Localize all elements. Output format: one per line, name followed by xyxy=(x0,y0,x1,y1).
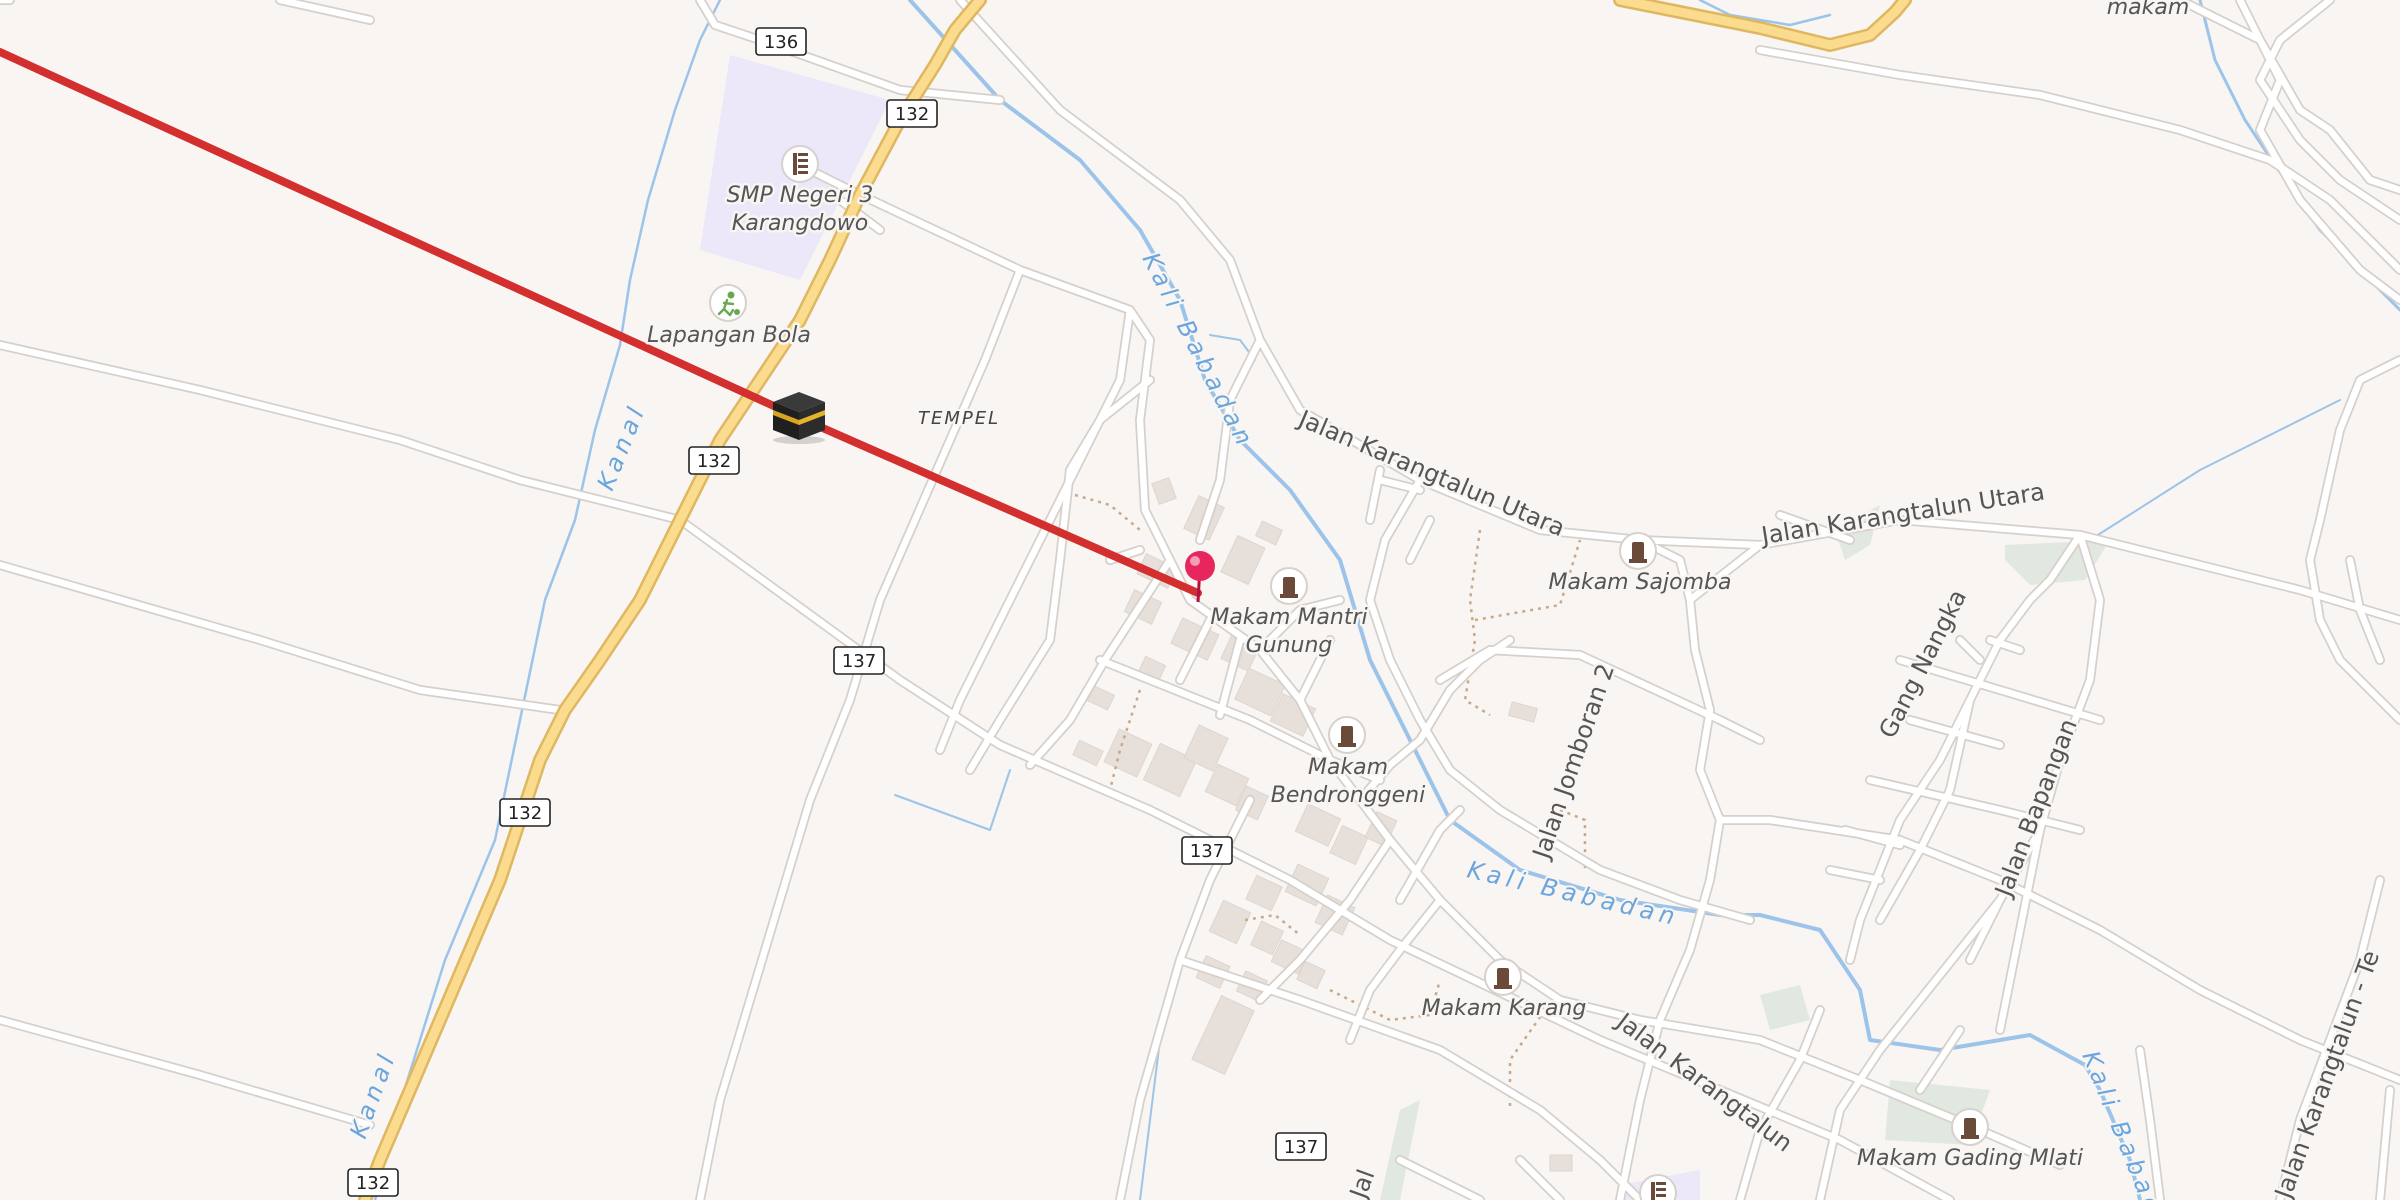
canal-kanal xyxy=(373,0,722,1200)
road-casing xyxy=(1615,535,1725,1200)
road-casing xyxy=(0,340,1955,1200)
poi-label-cemetery[interactable]: Makam xyxy=(1305,753,1390,783)
poi-label-school[interactable]: Karangdowo xyxy=(729,209,870,239)
poi-label-field[interactable]: Lapangan Bola xyxy=(645,321,814,351)
stream xyxy=(2089,399,2341,541)
road[interactable] xyxy=(276,0,374,24)
shield-132: 132 xyxy=(886,99,938,128)
shield-137: 137 xyxy=(1275,1132,1327,1161)
school-icon[interactable] xyxy=(781,145,819,183)
svg-text:132: 132 xyxy=(697,451,731,472)
kaaba-icon[interactable] xyxy=(773,392,825,444)
road[interactable] xyxy=(0,561,564,714)
shield-137: 137 xyxy=(1181,836,1233,865)
poi-label-cemetery[interactable]: Bendronggeni xyxy=(1268,781,1428,811)
road-layer xyxy=(0,0,2400,1200)
poi-label-cemetery[interactable]: Gunung xyxy=(1243,631,1335,661)
svg-text:137: 137 xyxy=(1190,841,1224,862)
road[interactable] xyxy=(2256,126,2400,304)
building xyxy=(1191,995,1255,1075)
map-view[interactable]: 136 132 132 132 132 137 137 137 Kali Bab… xyxy=(0,0,2400,1200)
poi-label-school[interactable]: SMP Negeri 3 xyxy=(724,181,876,211)
svg-text:132: 132 xyxy=(895,104,929,125)
soccer-icon[interactable] xyxy=(709,284,747,322)
shield-132: 132 xyxy=(347,1168,399,1197)
park-area xyxy=(1760,985,1810,1030)
road-casing-layer xyxy=(0,0,2400,1200)
poi-label-cemetery[interactable]: Makam Mantri xyxy=(1208,603,1370,633)
road[interactable] xyxy=(936,306,1134,754)
road[interactable] xyxy=(1916,1026,1964,1094)
road[interactable] xyxy=(0,1016,374,1129)
svg-text:136: 136 xyxy=(764,32,798,53)
place-label-tempel: TEMPEL xyxy=(918,408,1000,429)
poi-label-cemetery[interactable]: Makam Gading Mlati xyxy=(1855,1144,2086,1174)
building xyxy=(1329,824,1369,866)
cemetery-icon[interactable] xyxy=(1619,532,1657,570)
river-label: Kali Babadan xyxy=(2076,1047,2183,1200)
road[interactable] xyxy=(1406,516,1434,564)
street-label: Jalan Karangtalun - Te xyxy=(2269,947,2385,1200)
building xyxy=(1294,803,1342,847)
building xyxy=(1245,874,1283,912)
cemetery-icon[interactable] xyxy=(1328,716,1366,754)
street-label: Jal xyxy=(1344,1166,1381,1200)
primary-road-132[interactable] xyxy=(360,0,985,1200)
road[interactable] xyxy=(1396,1156,1484,1200)
building xyxy=(1220,534,1266,586)
road-casing xyxy=(2305,355,2400,725)
shield-132: 132 xyxy=(499,798,551,827)
route-line xyxy=(0,48,1202,597)
cemetery-icon[interactable] xyxy=(1951,1108,1989,1146)
cemetery-icon[interactable] xyxy=(1270,567,1308,605)
shield-137: 137 xyxy=(833,646,885,675)
svg-text:132: 132 xyxy=(508,803,542,824)
road-casing xyxy=(2255,125,2400,305)
park-area xyxy=(1380,1100,1420,1200)
road-casing xyxy=(1755,45,2400,275)
svg-text:137: 137 xyxy=(842,651,876,672)
svg-text:137: 137 xyxy=(1284,1137,1318,1158)
poi-label-cemetery[interactable]: Makam Karang xyxy=(1419,994,1589,1024)
road[interactable] xyxy=(966,376,1154,774)
building xyxy=(1549,1154,1573,1172)
svg-text:132: 132 xyxy=(356,1173,390,1194)
shield-136: 136 xyxy=(755,27,807,56)
building xyxy=(1208,899,1252,945)
primary-road-casing xyxy=(358,0,987,1200)
building xyxy=(1151,476,1177,506)
footpath xyxy=(1463,529,1491,717)
building xyxy=(1103,728,1153,778)
road[interactable] xyxy=(1756,46,2400,274)
street-label: Jalan Karangtalun Utara xyxy=(1758,478,2047,551)
map-canvas[interactable]: 136 132 132 132 132 137 137 137 Kali Bab… xyxy=(0,0,2400,1200)
poi-label-cemetery[interactable]: Makam Sajomba xyxy=(1546,568,1734,598)
stream xyxy=(2198,0,2400,312)
road[interactable] xyxy=(1716,816,2400,1084)
stream xyxy=(894,769,1011,831)
footpath xyxy=(1074,493,1141,531)
shield-132: 132 xyxy=(688,446,740,475)
road[interactable] xyxy=(0,341,1954,1200)
cemetery-icon[interactable] xyxy=(1484,958,1522,996)
building xyxy=(1508,701,1538,723)
poi-label-cemetery[interactable]: makam xyxy=(2104,0,2192,23)
road[interactable] xyxy=(2306,356,2400,724)
building xyxy=(1254,520,1284,546)
building xyxy=(1072,739,1104,767)
street-label: Jalan Jomboran 2 xyxy=(1527,660,1620,864)
